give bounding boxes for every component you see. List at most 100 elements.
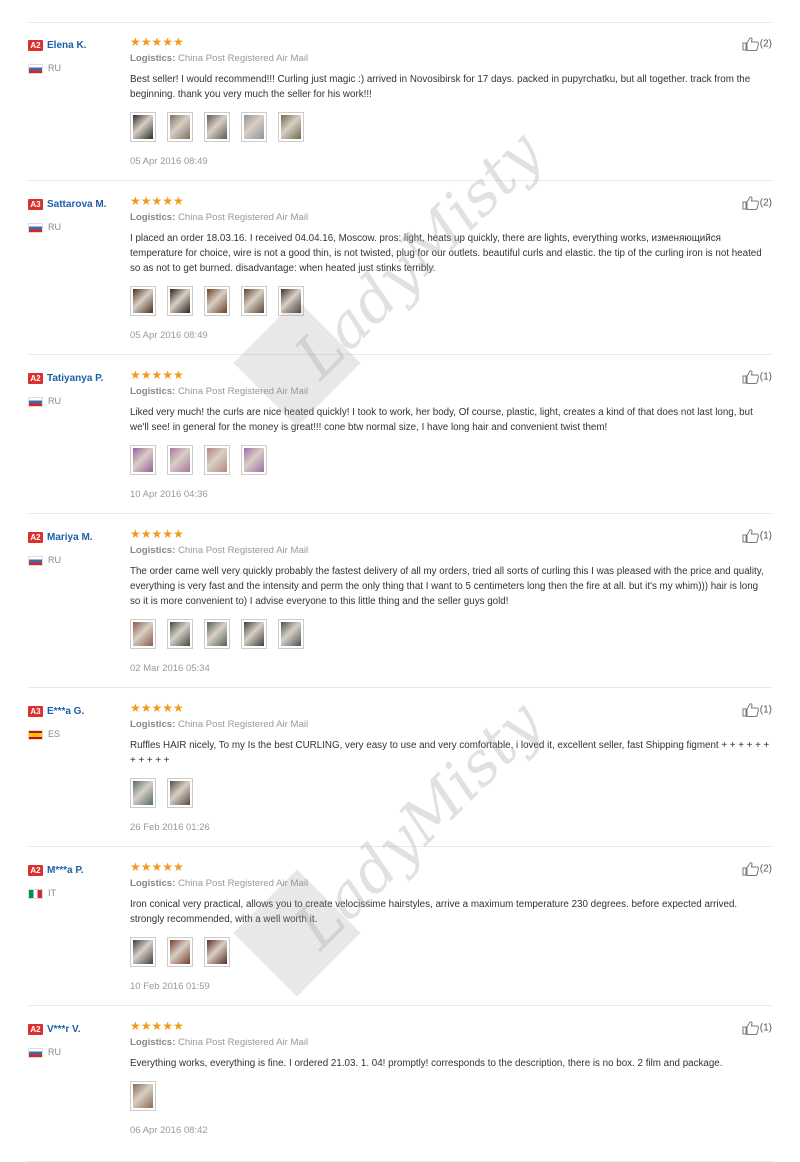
review-text: I placed an order 18.03.16. I received 0… bbox=[130, 233, 762, 274]
review-body: ★★★★★ Logistics: China Post Registered A… bbox=[130, 702, 770, 833]
review-photo-thumbnail[interactable] bbox=[167, 445, 193, 475]
review-body: ★★★★★ Logistics: China Post Registered A… bbox=[130, 861, 770, 992]
review-photo-thumbnail[interactable] bbox=[241, 445, 267, 475]
country-flag-icon bbox=[28, 222, 43, 233]
review-body: ★★★★★ Logistics: China Post Registered A… bbox=[130, 528, 770, 674]
thumbs-up-icon bbox=[742, 196, 759, 210]
review-photo-thumbnail[interactable] bbox=[241, 286, 267, 316]
review-photo-thumbnail[interactable] bbox=[130, 778, 156, 808]
helpful-button[interactable]: (1) bbox=[742, 1021, 772, 1035]
review-photo-thumbnail[interactable] bbox=[130, 1081, 156, 1111]
logistics-label: Logistics: bbox=[130, 212, 176, 223]
helpful-button[interactable]: (2) bbox=[742, 196, 772, 210]
logistics-info: Logistics: China Post Registered Air Mai… bbox=[130, 53, 770, 64]
star-rating: ★★★★★ bbox=[130, 35, 184, 49]
reviewer-name[interactable]: Mariya M. bbox=[47, 532, 93, 543]
logistics-method: China Post Registered Air Mail bbox=[177, 53, 309, 64]
review-photo-thumbnail[interactable] bbox=[278, 286, 304, 316]
review-body: ★★★★★ Logistics: China Post Registered A… bbox=[130, 369, 770, 500]
buyer-level-badge: A3 bbox=[28, 199, 43, 211]
photo-image bbox=[170, 115, 190, 139]
reviewer-name[interactable]: Tatiyanya P. bbox=[47, 373, 103, 384]
review-text: Liked very much! the curls are nice heat… bbox=[130, 407, 753, 433]
star-rating: ★★★★★ bbox=[130, 194, 184, 208]
logistics-info: Logistics: China Post Registered Air Mai… bbox=[130, 1037, 770, 1048]
country-code: RU bbox=[48, 555, 61, 565]
reviewer-name[interactable]: Sattarova M. bbox=[47, 199, 106, 210]
reviewer-info: A2 Mariya M. RU bbox=[28, 529, 128, 566]
photo-image bbox=[244, 622, 264, 646]
photo-image bbox=[133, 781, 153, 805]
review-photo-thumbnail[interactable] bbox=[167, 112, 193, 142]
buyer-level-badge: A2 bbox=[28, 1024, 43, 1036]
review-photo-thumbnail[interactable] bbox=[167, 286, 193, 316]
review-photo-thumbnail[interactable] bbox=[204, 937, 230, 967]
review-photo-thumbnail[interactable] bbox=[204, 445, 230, 475]
review-photo-thumbnail[interactable] bbox=[130, 112, 156, 142]
review-photo-thumbnail[interactable] bbox=[241, 619, 267, 649]
helpful-button[interactable]: (1) bbox=[742, 370, 772, 384]
review-photo-thumbnail[interactable] bbox=[130, 619, 156, 649]
thumbs-up-icon bbox=[742, 1021, 759, 1035]
logistics-label: Logistics: bbox=[130, 545, 176, 556]
review-item: A2 M***a P. IT ★★★★★ Logistics: China Pos… bbox=[28, 847, 772, 1006]
reviewer-country: IT bbox=[28, 888, 128, 899]
star-rating: ★★★★★ bbox=[130, 860, 184, 874]
helpful-button[interactable]: (2) bbox=[742, 862, 772, 876]
photo-image bbox=[281, 622, 301, 646]
helpful-button[interactable]: (1) bbox=[742, 529, 772, 543]
thumbs-up-icon bbox=[742, 37, 759, 51]
review-text: Iron conical very practical, allows you … bbox=[130, 899, 738, 925]
reviewer-info: A2 Tatiyanya P. RU bbox=[28, 370, 128, 407]
helpful-count: (2) bbox=[759, 863, 772, 875]
review-photo-thumbnail[interactable] bbox=[130, 445, 156, 475]
photo-image bbox=[170, 940, 190, 964]
country-flag-icon bbox=[28, 396, 43, 407]
logistics-label: Logistics: bbox=[130, 719, 176, 730]
photo-image bbox=[244, 448, 264, 472]
review-date: 26 Feb 2016 01:26 bbox=[130, 822, 210, 833]
helpful-count: (2) bbox=[759, 197, 772, 209]
review-photo-thumbnail[interactable] bbox=[204, 619, 230, 649]
review-body: ★★★★★ Logistics: China Post Registered A… bbox=[130, 36, 770, 167]
buyer-level-badge: A2 bbox=[28, 532, 43, 544]
reviewer-name[interactable]: V***r V. bbox=[47, 1024, 81, 1035]
reviewer-name[interactable]: Elena K. bbox=[47, 40, 86, 51]
review-photo-thumbnail[interactable] bbox=[278, 619, 304, 649]
review-date: 05 Apr 2016 08:49 bbox=[130, 330, 208, 341]
reviewer-info: A2 V***r V. RU bbox=[28, 1021, 128, 1058]
review-photo-thumbnail[interactable] bbox=[167, 619, 193, 649]
review-photo-thumbnail[interactable] bbox=[167, 937, 193, 967]
review-photo-thumbnail[interactable] bbox=[204, 286, 230, 316]
review-text: Everything works, everything is fine. I … bbox=[130, 1058, 723, 1069]
logistics-method: China Post Registered Air Mail bbox=[177, 1037, 309, 1048]
helpful-button[interactable]: (1) bbox=[742, 703, 772, 717]
country-code: RU bbox=[48, 396, 61, 406]
reviewer-name[interactable]: M***a P. bbox=[47, 865, 84, 876]
star-rating: ★★★★★ bbox=[130, 368, 184, 382]
photo-image bbox=[133, 940, 153, 964]
photo-image bbox=[281, 289, 301, 313]
review-photo-thumbnail[interactable] bbox=[204, 112, 230, 142]
helpful-count: (1) bbox=[759, 704, 772, 716]
logistics-info: Logistics: China Post Registered Air Mai… bbox=[130, 212, 770, 223]
review-photo-thumbnail[interactable] bbox=[241, 112, 267, 142]
photo-image bbox=[207, 289, 227, 313]
photo-image bbox=[207, 940, 227, 964]
star-rating: ★★★★★ bbox=[130, 1019, 184, 1033]
logistics-method: China Post Registered Air Mail bbox=[177, 212, 309, 223]
review-photo-thumbnail[interactable] bbox=[278, 112, 304, 142]
logistics-info: Logistics: China Post Registered Air Mai… bbox=[130, 545, 770, 556]
reviewer-country: RU bbox=[28, 555, 128, 566]
buyer-level-badge: A2 bbox=[28, 40, 43, 52]
logistics-method: China Post Registered Air Mail bbox=[177, 878, 309, 889]
review-photo-thumbnail[interactable] bbox=[167, 778, 193, 808]
review-photo-thumbnail[interactable] bbox=[130, 937, 156, 967]
photo-image bbox=[133, 622, 153, 646]
helpful-count: (1) bbox=[759, 1022, 772, 1034]
review-photo-thumbnail[interactable] bbox=[130, 286, 156, 316]
reviewer-name[interactable]: E***a G. bbox=[47, 706, 84, 717]
helpful-button[interactable]: (2) bbox=[742, 37, 772, 51]
country-code: RU bbox=[48, 1047, 61, 1057]
review-photos bbox=[130, 445, 770, 477]
